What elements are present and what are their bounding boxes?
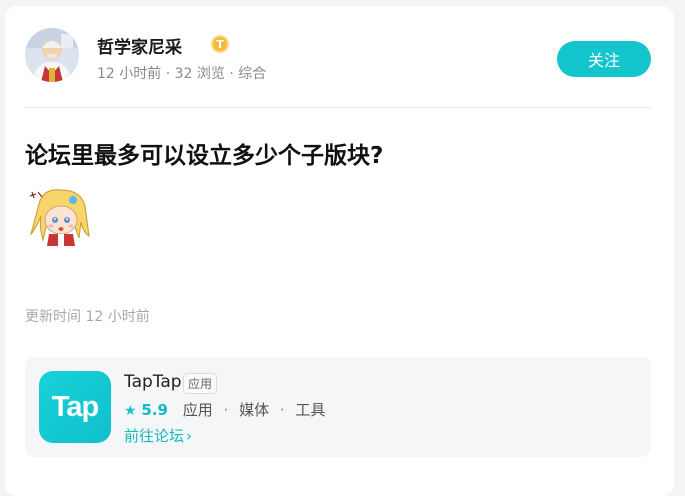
app-name[interactable]: TapTap	[124, 372, 182, 392]
chevron-right-icon: ›	[186, 427, 193, 445]
post-category[interactable]: 综合	[238, 66, 266, 82]
app-category: 应用	[182, 401, 213, 419]
app-icon-text: Tap	[51, 390, 99, 423]
forum-link-label: 前往论坛	[124, 427, 185, 445]
star-icon: ★	[124, 403, 137, 419]
post-title: 论坛里最多可以设立多少个子版块?	[25, 143, 384, 169]
view-count: 32 浏览	[174, 66, 225, 82]
verified-badge-icon: T	[211, 35, 229, 53]
taptap-app-icon[interactable]: Tap	[39, 371, 111, 443]
app-tag: 应用	[183, 373, 218, 394]
meta-separator: ·	[229, 66, 234, 82]
updated-time: 更新时间 12 小时前	[25, 309, 150, 325]
avatar[interactable]	[25, 28, 79, 82]
app-category: 媒体	[239, 401, 270, 419]
post-header: 哲学家尼采 T 12 小时前 · 32 浏览 · 综合 关注	[25, 28, 651, 84]
author-name[interactable]: 哲学家尼采	[97, 33, 182, 58]
post-card: 哲学家尼采 T 12 小时前 · 32 浏览 · 综合 关注 论坛里最多可以设立…	[5, 6, 674, 496]
category-separator: ·	[223, 401, 229, 419]
go-to-forum-link[interactable]: 前往论坛 ›	[124, 425, 192, 446]
meta-separator: ·	[165, 66, 171, 82]
rating-row: ★ 5.9 应用 · 媒体 · 工具	[124, 399, 325, 420]
post-time: 12 小时前	[97, 66, 162, 82]
post-meta: 12 小时前 · 32 浏览 · 综合	[97, 63, 266, 83]
divider	[25, 107, 651, 108]
app-rating: 5.9	[141, 401, 168, 419]
follow-button[interactable]: 关注	[557, 41, 651, 77]
sticker-image	[25, 182, 97, 250]
category-separator: ·	[279, 401, 285, 419]
app-category: 工具	[295, 401, 326, 419]
app-card[interactable]: Tap TapTap 应用 ★ 5.9 应用 · 媒体 · 工具 前往论坛 ›	[25, 357, 651, 457]
